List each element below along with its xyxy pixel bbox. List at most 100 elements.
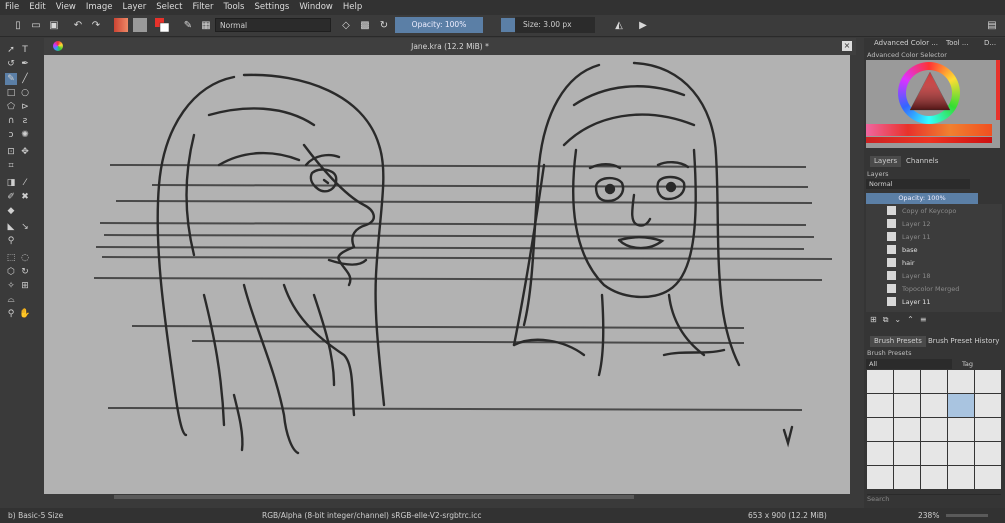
size-slider[interactable]: Size: 3.00 px (515, 17, 595, 33)
dynamic-brush-icon[interactable]: ↄ (5, 129, 17, 141)
brush-preset[interactable] (921, 370, 947, 393)
menu-help[interactable]: Help (338, 0, 367, 15)
freehand-path-icon[interactable]: ƨ (19, 115, 31, 127)
zoom-slider[interactable] (946, 514, 988, 517)
brush-preset[interactable] (894, 418, 920, 441)
menu-image[interactable]: Image (81, 0, 118, 15)
layer-row[interactable]: Layer 12 (869, 217, 1003, 230)
mirror-horizontal-icon[interactable]: ◭ (612, 18, 626, 32)
reference-tool-icon[interactable]: ⚲ (5, 235, 17, 247)
smart-patch-icon[interactable]: ✖ (19, 191, 31, 203)
color-selector-panel[interactable] (866, 60, 1000, 148)
vertical-scrollbar[interactable] (850, 55, 856, 497)
layer-blend-select[interactable]: Normal (866, 179, 970, 189)
layer-actions-bar[interactable]: ⊞⧉⌄⌃≡ (870, 315, 1000, 325)
layer-row[interactable]: hair (869, 256, 1003, 269)
menu-view[interactable]: View (51, 0, 81, 15)
brush-preset[interactable] (975, 394, 1001, 417)
move-tool-icon[interactable]: ✥ (19, 146, 31, 158)
alpha-lock-icon[interactable]: ▩ (358, 18, 372, 32)
size-lock-icon[interactable] (501, 18, 515, 32)
gradient-tool-icon[interactable]: ◨ (5, 177, 17, 189)
brush-preset-grid[interactable] (867, 370, 1001, 489)
brush-preset-selected[interactable] (948, 394, 974, 417)
color-strip-dark[interactable] (866, 137, 992, 143)
select-shapes-icon[interactable]: ➚ (5, 44, 17, 56)
gradient-swatch-icon[interactable] (114, 18, 128, 32)
menu-layer[interactable]: Layer (118, 0, 152, 15)
menu-window[interactable]: Window (294, 0, 338, 15)
tab-layers[interactable]: Layers (870, 156, 902, 167)
bezier-tool-icon[interactable]: ∩ (5, 115, 17, 127)
scroll-thumb[interactable] (114, 495, 634, 499)
opacity-slider[interactable]: Opacity: 100% (395, 17, 483, 33)
menu-file[interactable]: File (0, 0, 24, 15)
brush-preset[interactable] (894, 466, 920, 489)
brush-preset[interactable] (948, 442, 974, 465)
layer-row[interactable]: Layer 18 (869, 269, 1003, 282)
color-picker-icon[interactable]: ⁄ (19, 177, 31, 189)
layer-row[interactable]: Copy of Keycopo (869, 204, 1003, 217)
save-icon[interactable]: ▣ (47, 18, 61, 32)
bezier-select-icon[interactable]: ⌓ (5, 294, 17, 306)
canvas[interactable] (44, 55, 856, 497)
tab-docker[interactable]: D... (980, 38, 1000, 49)
fill-tool-icon[interactable]: ◆ (5, 205, 17, 217)
crop-tool-icon[interactable]: ⌗ (5, 160, 17, 172)
line-tool-icon[interactable]: ╱ (19, 73, 31, 85)
undo-icon[interactable]: ↶ (71, 18, 85, 32)
edit-shapes-icon[interactable]: ↺ (5, 58, 17, 70)
blend-mode-select[interactable]: Normal (215, 18, 331, 32)
freehand-brush-icon[interactable]: ✎ (5, 73, 17, 85)
polygon-tool-icon[interactable]: ⬠ (5, 101, 17, 113)
colorize-mask-icon[interactable]: ✐ (5, 191, 17, 203)
brush-preset[interactable] (975, 370, 1001, 393)
brush-preset[interactable] (867, 466, 893, 489)
tab-brush-presets[interactable]: Brush Presets (870, 336, 926, 347)
text-tool-icon[interactable]: T (19, 44, 31, 56)
new-document-icon[interactable]: ▯ (11, 18, 25, 32)
brush-preset[interactable] (975, 466, 1001, 489)
brush-preset[interactable] (867, 394, 893, 417)
measure-tool-icon[interactable]: ↘ (19, 221, 31, 233)
contiguous-select-icon[interactable]: ✧ (5, 280, 17, 292)
tab-channels[interactable]: Channels (902, 156, 942, 167)
brush-search-input[interactable]: Search (867, 494, 1001, 504)
similar-select-icon[interactable]: ⊞ (19, 280, 31, 292)
tab-advanced-color[interactable]: Advanced Color ... (870, 38, 942, 49)
menu-settings[interactable]: Settings (249, 0, 294, 15)
menu-select[interactable]: Select (151, 0, 187, 15)
redo-icon[interactable]: ↷ (89, 18, 103, 32)
multibrush-icon[interactable]: ✺ (19, 129, 31, 141)
layer-row[interactable]: Layer 11 (869, 295, 1003, 308)
mirror-vertical-icon[interactable]: ▶ (636, 18, 650, 32)
brush-grid-icon[interactable]: ▦ (199, 18, 213, 32)
open-folder-icon[interactable]: ▭ (29, 18, 43, 32)
rectangle-tool-icon[interactable]: □ (5, 87, 17, 99)
brush-preset-icon[interactable]: ✎ (181, 18, 195, 32)
brush-preset[interactable] (948, 418, 974, 441)
calligraphy-icon[interactable]: ✒ (19, 58, 31, 70)
layer-row[interactable]: Layer 11 (869, 230, 1003, 243)
brush-preset[interactable] (894, 394, 920, 417)
document-title[interactable]: Jane.kra (12.2 MiB) * (44, 38, 856, 55)
menu-edit[interactable]: Edit (24, 0, 50, 15)
polygon-select-icon[interactable]: ⬡ (5, 266, 17, 278)
polyline-tool-icon[interactable]: ⊳ (19, 101, 31, 113)
pan-tool-icon[interactable]: ✋ (19, 308, 31, 320)
brush-preset[interactable] (894, 442, 920, 465)
zoom-tool-icon[interactable]: ⚲ (5, 308, 17, 320)
brush-preset[interactable] (948, 466, 974, 489)
transform-tool-icon[interactable]: ⊡ (5, 146, 17, 158)
brush-preset[interactable] (867, 442, 893, 465)
status-zoom[interactable]: 238% (918, 508, 939, 523)
brush-preset[interactable] (894, 370, 920, 393)
reload-preset-icon[interactable]: ↻ (377, 18, 391, 32)
brush-preset[interactable] (921, 394, 947, 417)
tag-select[interactable]: Tag (962, 359, 992, 369)
brush-preset[interactable] (975, 442, 1001, 465)
brush-preset[interactable] (921, 466, 947, 489)
brush-preset[interactable] (948, 370, 974, 393)
ellipse-tool-icon[interactable]: ○ (19, 87, 31, 99)
brush-filter-select[interactable]: All (866, 359, 952, 369)
